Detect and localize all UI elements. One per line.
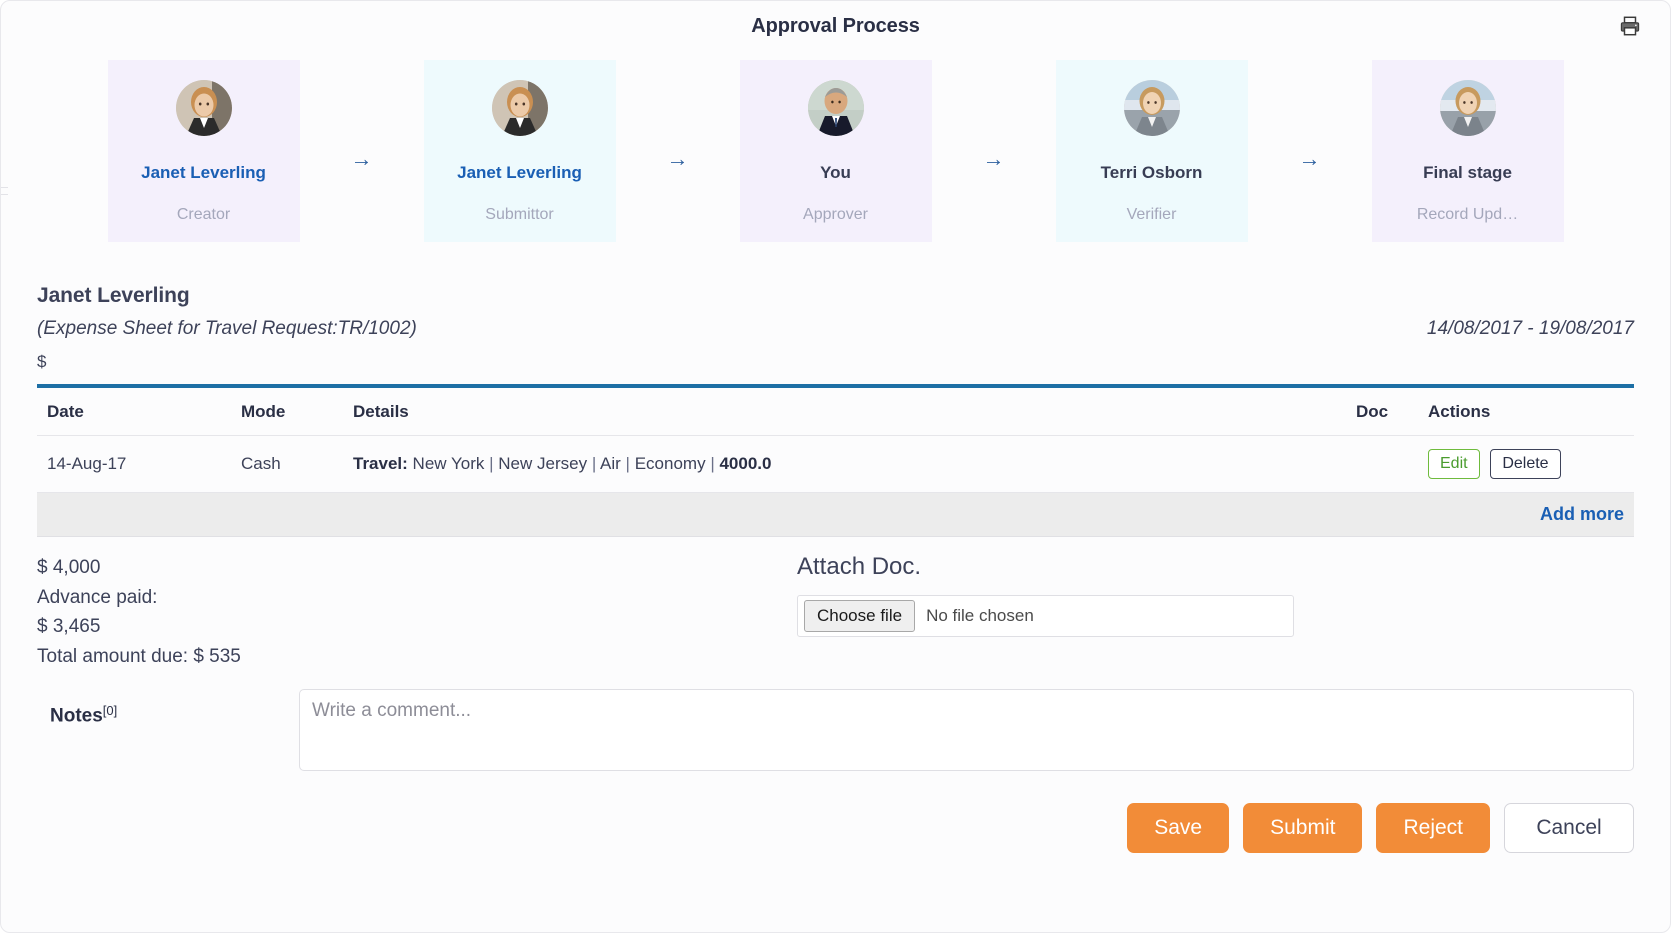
stage-name: You [820, 163, 851, 182]
woman-1-avatar [175, 80, 232, 136]
edit-button[interactable]: Edit [1428, 449, 1480, 480]
summary-column: $ 4,000 Advance paid: $ 3,465 Total amou… [37, 553, 797, 671]
left-edge-divider-2 [1, 194, 8, 195]
page-title: Approval Process [751, 15, 920, 37]
expense-table: Date Mode Details Doc Actions 14-Aug-17 … [37, 384, 1634, 538]
currency-symbol: $ [37, 352, 47, 372]
details-class: Economy [634, 454, 706, 474]
column-header-actions: Actions [1420, 386, 1634, 437]
expense-detail-header: Janet Leverling (Expense Sheet for Trave… [1, 284, 1670, 372]
details-transport: Air [600, 454, 621, 474]
column-header-details: Details [345, 386, 1348, 437]
details-amount: 4000.0 [719, 454, 772, 474]
notes-label-wrapper: Notes[0] [37, 689, 299, 727]
column-header-doc: Doc [1348, 386, 1420, 437]
details-separator: | [489, 454, 494, 474]
left-edge-divider [1, 187, 8, 188]
cancel-button[interactable]: Cancel [1504, 803, 1634, 854]
stage-role: Creator [176, 206, 231, 224]
details-separator: | [591, 454, 597, 474]
summary-total: $ 4,000 [37, 557, 101, 579]
comment-input[interactable] [299, 689, 1634, 772]
stage-role: Record Upd… [1416, 206, 1519, 224]
cell-mode: Cash [233, 435, 345, 494]
stage-name: Janet Leverling [141, 163, 266, 182]
column-header-date: Date [37, 386, 233, 437]
summary-and-attachment-area: $ 4,000 Advance paid: $ 3,465 Total amou… [1, 537, 1670, 671]
reject-button[interactable]: Reject [1376, 803, 1490, 854]
printer-icon[interactable] [1615, 11, 1645, 41]
stage-arrow-3: → [982, 146, 1005, 171]
action-button-bar: Save Submit Reject Cancel [1, 771, 1670, 854]
delete-button[interactable]: Delete [1490, 449, 1561, 480]
choose-file-button[interactable]: Choose file [804, 600, 916, 633]
stage-role: Approver [803, 206, 868, 224]
save-button[interactable]: Save [1127, 803, 1230, 854]
table-row: 14-Aug-17 Cash Travel: New York | New Je… [37, 435, 1634, 494]
summary-advance-label: Advance paid: [37, 586, 158, 608]
notes-count-badge: [0] [102, 703, 118, 719]
add-more-row: Add more [37, 492, 1634, 538]
notes-area: Notes[0] [1, 671, 1670, 772]
expense-subtitle: (Expense Sheet for Travel Request:TR/100… [37, 318, 417, 340]
approval-stage-submittor[interactable]: Janet Leverling Submittor [423, 60, 616, 243]
stage-name: Final stage [1423, 163, 1512, 182]
stage-name: Terri Osborn [1100, 163, 1203, 182]
cell-details: Travel: New York | New Jersey | Air | Ec… [345, 435, 1348, 494]
approval-stage-creator[interactable]: Janet Leverling Creator [107, 60, 300, 243]
column-header-mode: Mode [233, 386, 345, 437]
add-more-link[interactable]: Add more [1540, 504, 1624, 524]
woman-3-avatar [1439, 80, 1496, 136]
stage-role: Submittor [485, 206, 554, 224]
file-upload-field[interactable]: Choose file No file chosen [797, 595, 1294, 638]
attach-doc-label: Attach Doc. [797, 553, 922, 581]
approval-process-page: Approval Process Janet Leverling Creator… [0, 0, 1671, 933]
submit-button[interactable]: Submit [1243, 803, 1363, 854]
woman-1-avatar [491, 80, 548, 136]
expense-date-range: 14/08/2017 - 19/08/2017 [1426, 318, 1634, 340]
cell-actions: Edit Delete [1420, 435, 1634, 494]
approval-stage-verifier[interactable]: Terri Osborn Verifier [1055, 60, 1248, 243]
details-separator: | [710, 454, 715, 474]
man-1-avatar [807, 80, 864, 136]
table-header-row: Date Mode Details Doc Actions [37, 386, 1634, 437]
cell-doc [1348, 435, 1420, 494]
notes-label: Notes [50, 705, 103, 727]
expense-owner-name: Janet Leverling [37, 284, 190, 308]
summary-amount-due: Total amount due: $ 535 [37, 645, 241, 667]
details-separator: | [625, 454, 630, 474]
woman-2-avatar [1123, 80, 1180, 136]
stage-arrow-1: → [350, 146, 373, 171]
stage-name: Janet Leverling [457, 163, 582, 182]
expense-table-wrapper: Date Mode Details Doc Actions 14-Aug-17 … [1, 384, 1670, 538]
summary-advance-value: $ 3,465 [37, 616, 101, 638]
approval-stage-approver[interactable]: You Approver [739, 60, 932, 243]
approval-stage-strip: Janet Leverling Creator → Janet Leverlin… [1, 60, 1670, 243]
approval-header: Approval Process [1, 1, 1670, 38]
cell-date: 14-Aug-17 [37, 435, 233, 494]
approval-stage-final[interactable]: Final stage Record Upd… [1371, 60, 1564, 243]
attachment-column: Attach Doc. Choose file No file chosen [797, 553, 1634, 671]
stage-arrow-4: → [1298, 146, 1321, 171]
details-type-label: Travel: [353, 454, 408, 474]
stage-arrow-2: → [666, 146, 689, 171]
file-chosen-status: No file chosen [926, 606, 1034, 626]
stage-role: Verifier [1126, 206, 1177, 224]
details-destination: New Jersey [498, 454, 588, 474]
details-origin: New York [412, 454, 485, 474]
